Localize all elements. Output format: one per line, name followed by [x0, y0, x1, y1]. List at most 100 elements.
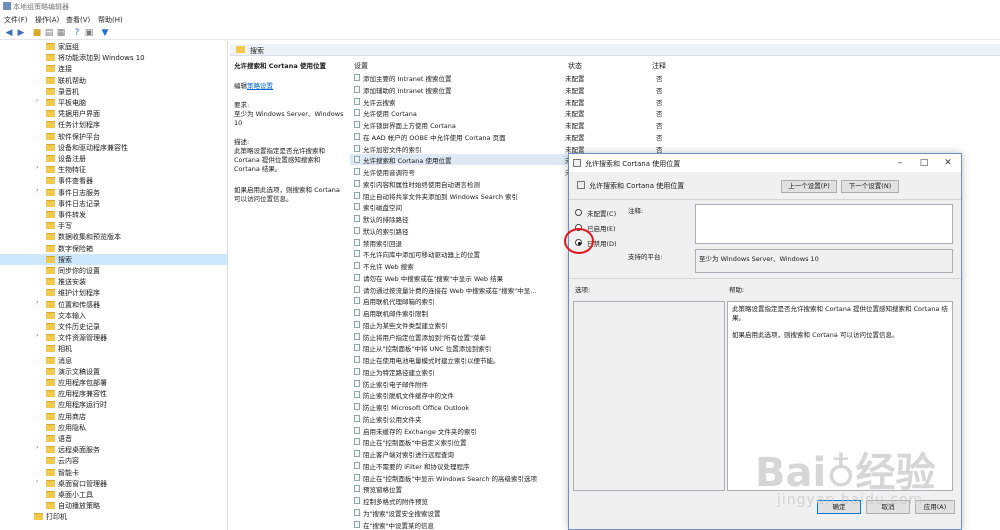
table-row[interactable]: 阻止从"控制面板"中将 UNC 位置添加到索引: [350, 342, 568, 353]
tree-item[interactable]: › 文件资源管理器: [0, 332, 227, 343]
export-list-icon[interactable]: ▦: [56, 28, 66, 38]
tree-item[interactable]: 事件日志记录: [0, 198, 227, 209]
table-row[interactable]: 控制多格式的附件预览: [350, 495, 568, 506]
back-icon[interactable]: ◀: [4, 28, 14, 38]
menu-view[interactable]: 查看(V): [66, 15, 90, 25]
expand-arrow-icon[interactable]: ›: [36, 97, 38, 104]
table-row[interactable]: 在"搜索"中设置某的信息: [350, 519, 568, 530]
menu-file[interactable]: 文件(F): [4, 15, 28, 25]
tree-item[interactable]: 将功能添加到 Windows 10: [0, 52, 227, 63]
tree-item[interactable]: 文本输入: [0, 310, 227, 321]
col-setting[interactable]: 设置: [354, 61, 368, 71]
table-row[interactable]: 启用联机代理邮箱的索引: [350, 295, 568, 306]
tree-item[interactable]: 事件转发: [0, 209, 227, 220]
table-row[interactable]: 防止索引脱机文件缓存中的文件: [350, 389, 568, 400]
table-row[interactable]: 预览窗格位置: [350, 483, 568, 494]
help-icon[interactable]: ?: [72, 28, 82, 38]
menu-action[interactable]: 操作(A): [35, 15, 59, 25]
tree-item[interactable]: › 桌面窗口管理器: [0, 478, 227, 489]
tree-item[interactable]: 自动播放策略: [0, 500, 227, 511]
table-row[interactable]: 阻止在使用电池电量模式时建立索引以便节能。: [350, 354, 568, 365]
tree-item[interactable]: 数据收集和预览版本: [0, 231, 227, 242]
table-row[interactable]: 请勿通过按流量计费的连接在 Web 中搜索或在"搜索"中显...: [350, 284, 568, 295]
tree-item[interactable]: 消息: [0, 355, 227, 366]
expand-arrow-icon[interactable]: ›: [36, 444, 38, 451]
close-icon[interactable]: ✕: [942, 157, 954, 169]
tree-item[interactable]: › 位置和传感器: [0, 299, 227, 310]
table-row[interactable]: 阻止客户端对索引进行远程查询: [350, 448, 568, 459]
table-row[interactable]: 不允许 Web 搜索: [350, 260, 568, 271]
tree-item[interactable]: 相机: [0, 343, 227, 354]
expand-arrow-icon[interactable]: ›: [36, 164, 38, 171]
tree-item[interactable]: › 平板电脑: [0, 97, 227, 108]
tree-item[interactable]: › 远程桌面服务: [0, 444, 227, 455]
tree-item[interactable]: 录音机: [0, 86, 227, 97]
tree-item[interactable]: 设备和驱动程序兼容性: [0, 142, 227, 153]
expand-arrow-icon[interactable]: ›: [36, 299, 38, 306]
forward-icon[interactable]: ▶: [16, 28, 26, 38]
table-row[interactable]: 允许搜索和 Cortana 使用位置: [350, 154, 568, 166]
table-row[interactable]: 阻止为某些文件类型建立索引: [350, 319, 568, 330]
tree-item[interactable]: 家庭组: [0, 41, 227, 52]
tree-item[interactable]: 搜索: [0, 253, 227, 265]
table-row[interactable]: 启用联机邮件索引限制: [350, 307, 568, 318]
table-row[interactable]: 在 AAD 帐户的 OOBE 中允许使用 Cortana 页面: [350, 131, 568, 142]
maximize-icon[interactable]: □: [918, 157, 930, 169]
col-comment[interactable]: 注释: [652, 61, 666, 71]
tree-item[interactable]: 云内容: [0, 455, 227, 466]
tree-item[interactable]: 数字保险箱: [0, 243, 227, 254]
table-row[interactable]: 防止将用户指定位置添加到"所有位置"菜单: [350, 331, 568, 342]
table-row[interactable]: 允许云搜索: [350, 96, 568, 107]
tree-item[interactable]: 智能卡: [0, 467, 227, 478]
tree-item[interactable]: 应用商店: [0, 411, 227, 422]
tree-item[interactable]: 文件历史记录: [0, 321, 227, 332]
tree-item[interactable]: › 生物特征: [0, 164, 227, 175]
table-row[interactable]: 默认的排除路径: [350, 213, 568, 224]
tree-item[interactable]: 打印机: [0, 511, 227, 522]
tree-item[interactable]: 连接: [0, 63, 227, 74]
tree-item[interactable]: 应用隐私: [0, 422, 227, 433]
tree-item[interactable]: 推送安装: [0, 276, 227, 287]
tree-item[interactable]: 应用程序包部署: [0, 377, 227, 388]
table-row[interactable]: 阻止在"控制面板"中显示 Windows Search 的高级索引选项: [350, 472, 568, 483]
table-row[interactable]: 防止索引 Microsoft Office Outlook: [350, 401, 568, 412]
table-row[interactable]: 添加主要的 Intranet 搜索位置: [350, 72, 568, 83]
show-hide-tree-icon[interactable]: ▤: [44, 28, 54, 38]
folder-up-icon[interactable]: ■: [32, 28, 42, 38]
table-row[interactable]: 阻止为特定路径建立索引: [350, 366, 568, 377]
table-row[interactable]: 允许使用音调符号: [350, 166, 568, 177]
col-state[interactable]: 状态: [568, 61, 582, 71]
comment-textarea[interactable]: [695, 204, 953, 244]
tree-item[interactable]: 设备注册: [0, 153, 227, 164]
radio-not-configured[interactable]: 未配置(C): [575, 208, 635, 218]
table-row[interactable]: 索引磁盘空间: [350, 201, 568, 212]
tree-item[interactable]: 语音: [0, 433, 227, 444]
filter-icon[interactable]: ▼: [100, 28, 110, 38]
prev-setting-button[interactable]: 上一个设置(P): [781, 180, 837, 193]
radio-not-configured-circle[interactable]: [575, 209, 582, 216]
minimize-icon[interactable]: –: [894, 157, 906, 169]
expand-arrow-icon[interactable]: ›: [36, 187, 38, 194]
tree-item[interactable]: 应用程序兼容性: [0, 388, 227, 399]
table-row[interactable]: 阻止自动将共享文件夹添加到 Windows Search 索引: [350, 190, 568, 201]
tree-item[interactable]: 手写: [0, 220, 227, 231]
table-row[interactable]: 阻止在"控制面板"中自定义索引位置: [350, 436, 568, 447]
table-row[interactable]: 启用未缓存的 Exchange 文件夹的索引: [350, 425, 568, 436]
table-row[interactable]: 防止索引公用文件夹: [350, 413, 568, 424]
table-row[interactable]: 禁用索引回退: [350, 237, 568, 248]
table-row[interactable]: 添加辅助的 Intranet 搜索位置: [350, 84, 568, 95]
table-row[interactable]: 阻止不需要的 iFilter 和协议处理程序: [350, 460, 568, 471]
tree-item[interactable]: 联机帮助: [0, 75, 227, 86]
table-row[interactable]: 不允许向库中添加可移动驱动器上的位置: [350, 248, 568, 259]
tree-item[interactable]: 任务计划程序: [0, 119, 227, 130]
table-row[interactable]: 允许锁屏界面上方使用 Cortana: [350, 119, 568, 130]
tree-item[interactable]: 事件查看器: [0, 175, 227, 186]
table-row[interactable]: 索引内容和属性时始终使用自动语言检测: [350, 178, 568, 189]
tree-item[interactable]: 凭据用户界面: [0, 108, 227, 119]
tree-item[interactable]: 演示文稿设置: [0, 366, 227, 377]
menu-help[interactable]: 帮助(H): [98, 15, 123, 25]
tree-item[interactable]: 维护计划程序: [0, 287, 227, 298]
table-row[interactable]: 防止索引电子邮件附件: [350, 378, 568, 389]
table-row[interactable]: 允许加密文件的索引: [350, 143, 568, 154]
tree-item[interactable]: 同步你的设置: [0, 265, 227, 276]
